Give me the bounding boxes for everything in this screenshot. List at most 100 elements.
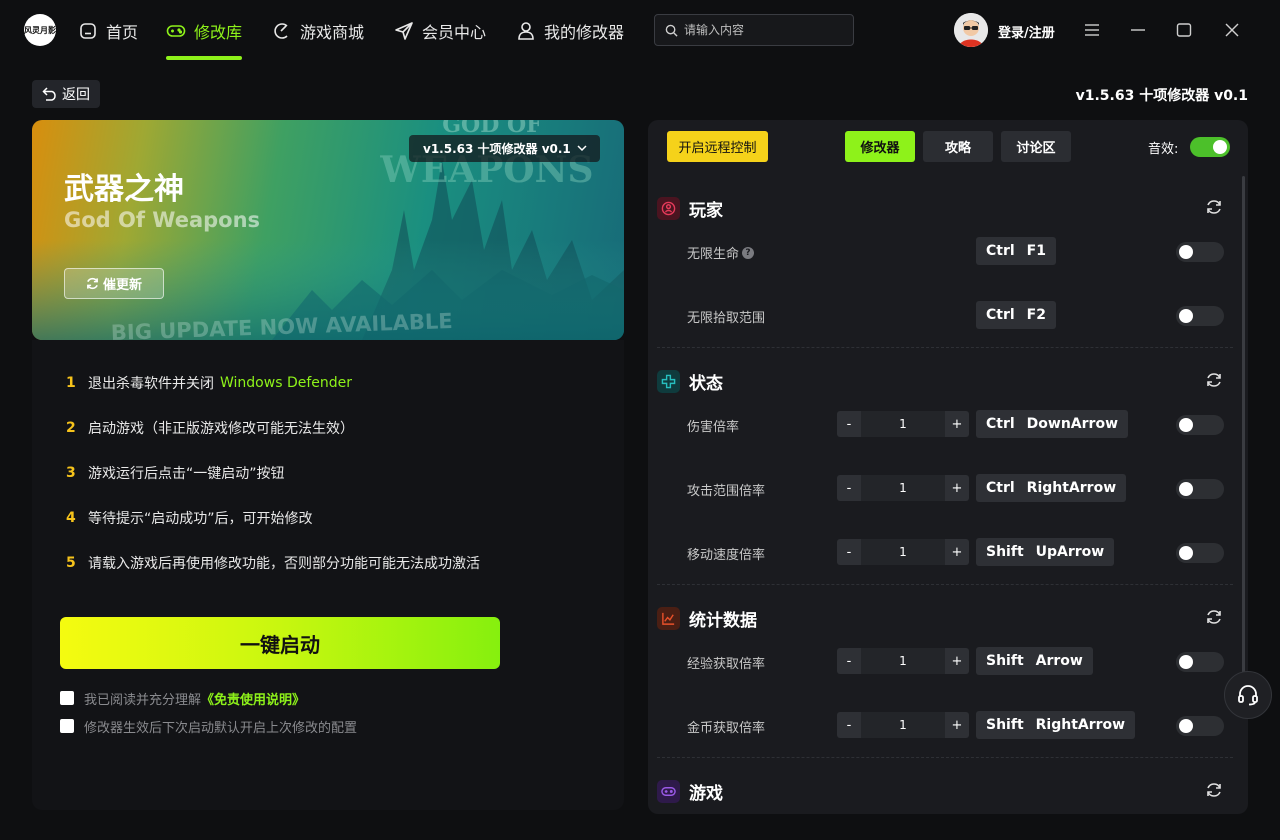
hotkey[interactable]: Shift UpArrow bbox=[976, 538, 1115, 566]
increment-button[interactable]: + bbox=[945, 411, 969, 437]
sound-toggle[interactable] bbox=[1190, 137, 1230, 157]
one-click-start-button[interactable]: 一键启动 bbox=[60, 617, 500, 669]
hotkey-modifier: Ctrl bbox=[986, 243, 1015, 259]
tab-guide[interactable]: 攻略 bbox=[923, 131, 993, 162]
option-attack-range-label: 攻击范围倍率 bbox=[687, 484, 766, 499]
customer-support-button[interactable] bbox=[1224, 671, 1272, 719]
toggle-switch[interactable] bbox=[1176, 242, 1224, 262]
home-icon bbox=[80, 23, 96, 39]
hotkey-key: DownArrow bbox=[1026, 416, 1119, 432]
option-label: 经验获取倍率 bbox=[687, 653, 765, 672]
step-3: 3 游戏运行后点击“一键启动”按钮 bbox=[66, 463, 285, 483]
refresh-icon[interactable] bbox=[1205, 198, 1223, 216]
toggle-switch[interactable] bbox=[1176, 652, 1224, 672]
tab-trainer[interactable]: 修改器 bbox=[845, 131, 915, 162]
increment-button[interactable]: + bbox=[945, 539, 969, 565]
stepper-value[interactable]: 1 bbox=[861, 475, 945, 501]
hotkey-modifier: Shift bbox=[986, 717, 1024, 733]
section-status: 状态 bbox=[657, 369, 723, 394]
gamepad-icon bbox=[657, 779, 680, 803]
option-label: 伤害倍率 bbox=[687, 416, 739, 435]
refresh-icon[interactable] bbox=[1205, 608, 1223, 626]
decrement-button[interactable]: - bbox=[837, 648, 861, 674]
hotkey[interactable]: Ctrl F1 bbox=[976, 237, 1056, 265]
menu-icon[interactable] bbox=[1080, 18, 1104, 42]
stepper-value[interactable]: 1 bbox=[861, 539, 945, 565]
hotkey[interactable]: Shift RightArrow bbox=[976, 711, 1136, 739]
quantity-stepper: - 1 + bbox=[837, 648, 969, 674]
hotkey-modifier: Shift bbox=[986, 653, 1024, 669]
login-link[interactable]: 登录/注册 bbox=[998, 22, 1055, 41]
section-statistics: 统计数据 bbox=[657, 606, 757, 631]
gamepad-icon bbox=[166, 25, 186, 37]
nav-game-store[interactable]: 游戏商城 bbox=[272, 18, 364, 44]
toggle-switch[interactable] bbox=[1176, 543, 1224, 563]
increment-button[interactable]: + bbox=[945, 475, 969, 501]
app-logo[interactable]: 风灵月影 bbox=[24, 14, 56, 46]
toggle-switch[interactable] bbox=[1176, 306, 1224, 326]
agreement-checkbox[interactable] bbox=[60, 691, 74, 705]
avatar[interactable] bbox=[954, 13, 988, 47]
stats-chart-icon bbox=[657, 606, 680, 630]
sound-label: 音效: bbox=[1148, 142, 1179, 157]
option-label: 无限拾取范围 bbox=[687, 307, 765, 326]
hotkey[interactable]: Ctrl RightArrow bbox=[976, 474, 1127, 502]
step-4: 4 等待提示“启动成功”后，可开始修改 bbox=[66, 508, 313, 528]
hotkey-key: RightArrow bbox=[1026, 480, 1117, 496]
undo-icon bbox=[42, 87, 56, 101]
stepper-value[interactable]: 1 bbox=[861, 712, 945, 738]
toggle-switch[interactable] bbox=[1176, 415, 1224, 435]
step-number: 3 bbox=[66, 465, 76, 481]
back-button[interactable]: 返回 bbox=[32, 80, 100, 108]
user-icon bbox=[518, 22, 534, 40]
tab-discussion[interactable]: 讨论区 bbox=[1001, 131, 1071, 162]
nav-my-trainers[interactable]: 我的修改器 bbox=[516, 18, 624, 44]
decrement-button[interactable]: - bbox=[837, 411, 861, 437]
decrement-button[interactable]: - bbox=[837, 712, 861, 738]
version-label: v1.5.63 十项修改器 v0.1 bbox=[1075, 88, 1248, 104]
request-update-button[interactable]: 催更新 bbox=[64, 268, 164, 299]
remote-control-button[interactable]: 开启远程控制 bbox=[667, 131, 768, 162]
maximize-icon[interactable] bbox=[1172, 18, 1196, 42]
toggle-switch[interactable] bbox=[1176, 479, 1224, 499]
scrollbar[interactable] bbox=[1242, 176, 1245, 676]
search-box[interactable] bbox=[654, 14, 854, 46]
hotkey[interactable]: Ctrl F2 bbox=[976, 301, 1056, 329]
close-icon[interactable] bbox=[1220, 18, 1244, 42]
stepper-value[interactable]: 1 bbox=[861, 648, 945, 674]
step-1: 1 退出杀毒软件并关闭 Windows Defender bbox=[66, 373, 352, 393]
decrement-button[interactable]: - bbox=[837, 539, 861, 565]
refresh-icon[interactable] bbox=[1205, 781, 1223, 799]
step-text: 游戏运行后点击“一键启动”按钮 bbox=[88, 466, 285, 482]
version-select[interactable]: v1.5.63 十项修改器 v0.1 bbox=[409, 135, 600, 162]
search-input[interactable] bbox=[684, 23, 844, 37]
option-infinite-health-label: 无限生命 bbox=[687, 247, 740, 262]
nav-vip-center[interactable]: 会员中心 bbox=[394, 18, 486, 44]
nav-mod-library-label: 修改库 bbox=[194, 23, 243, 42]
disclaimer-link[interactable]: 《免责使用说明》 bbox=[201, 693, 305, 708]
section-player: 玩家 bbox=[657, 196, 723, 221]
decrement-button[interactable]: - bbox=[837, 475, 861, 501]
increment-button[interactable]: + bbox=[945, 648, 969, 674]
remember-config-checkbox[interactable] bbox=[60, 719, 74, 733]
stepper-value[interactable]: 1 bbox=[861, 411, 945, 437]
option-label: 攻击范围倍率 bbox=[687, 480, 765, 499]
player-icon bbox=[657, 196, 680, 220]
search-icon bbox=[665, 24, 678, 37]
increment-button[interactable]: + bbox=[945, 712, 969, 738]
help-icon[interactable]: ? bbox=[742, 246, 755, 259]
hotkey-modifier: Shift bbox=[986, 544, 1024, 560]
nav-home[interactable]: 首页 bbox=[78, 18, 138, 44]
step-5: 5 请载入游戏后再使用修改功能，否则部分功能可能无法成功激活 bbox=[66, 553, 480, 573]
nav-mod-library[interactable]: 修改库 bbox=[166, 18, 242, 44]
step-2: 2 启动游戏（非正版游戏修改可能无法生效） bbox=[66, 418, 354, 438]
hotkey[interactable]: Shift Arrow bbox=[976, 647, 1093, 675]
minimize-icon[interactable] bbox=[1126, 18, 1150, 42]
quantity-stepper: - 1 + bbox=[837, 475, 969, 501]
step-text: 等待提示“启动成功”后，可开始修改 bbox=[88, 511, 313, 527]
toggle-switch[interactable] bbox=[1176, 716, 1224, 736]
refresh-icon[interactable] bbox=[1205, 371, 1223, 389]
nav-my-trainers-label: 我的修改器 bbox=[544, 23, 625, 42]
hotkey[interactable]: Ctrl DownArrow bbox=[976, 410, 1129, 438]
step-number: 2 bbox=[66, 420, 76, 436]
